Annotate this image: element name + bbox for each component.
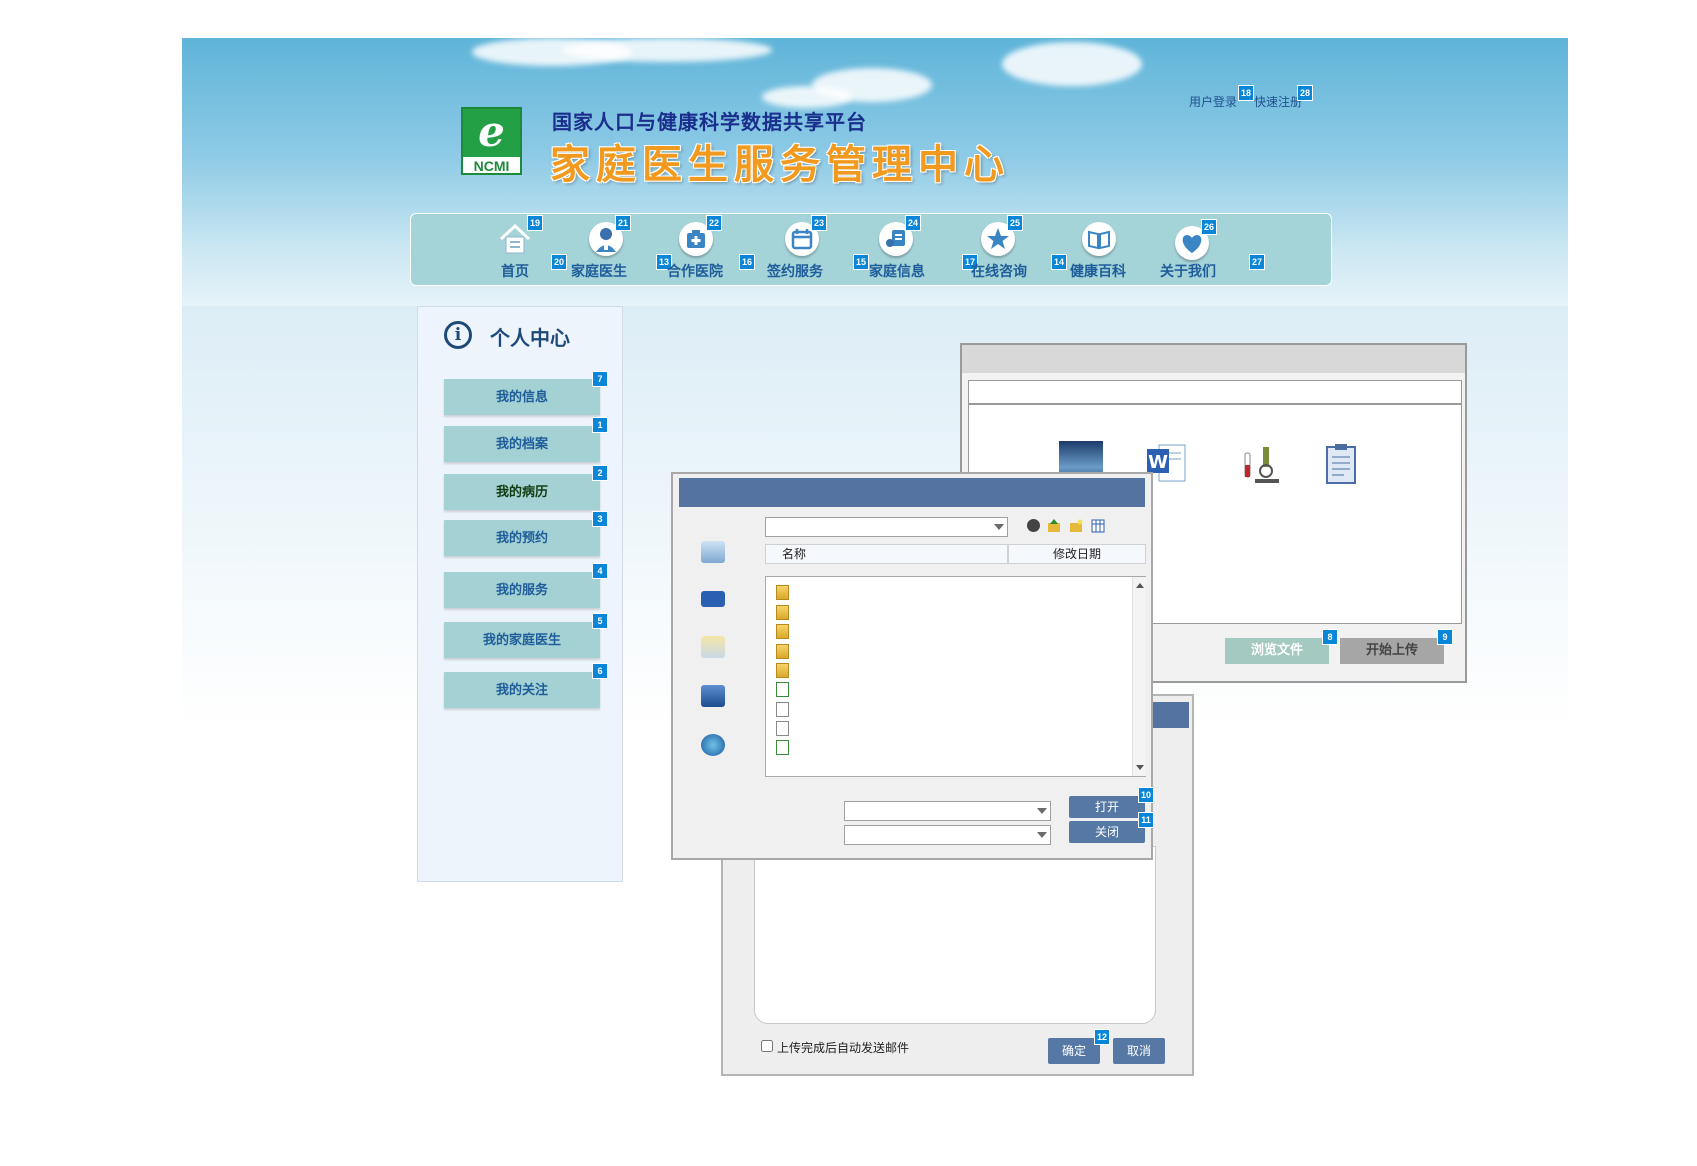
- nav-item-home[interactable]: 首页: [501, 261, 529, 281]
- desktop-icon[interactable]: [701, 591, 725, 607]
- cancel-button[interactable]: 取消: [1113, 1038, 1165, 1064]
- login-link[interactable]: 用户登录: [1189, 93, 1237, 110]
- badge-nav-home: 19: [527, 215, 543, 231]
- file-list-scrollbar[interactable]: [1132, 577, 1146, 776]
- badge-side-family-doctor: 5: [592, 613, 608, 629]
- site-title: 家庭医生服务管理中心: [550, 142, 1010, 188]
- folder-icon[interactable]: [776, 585, 789, 600]
- badge-side-service: 4: [592, 563, 608, 579]
- up-folder-icon[interactable]: [1047, 518, 1061, 532]
- badge-nav-gap3: 16: [739, 254, 755, 270]
- svg-text:W: W: [1148, 452, 1168, 473]
- upload-window-titlebar: [962, 345, 1465, 373]
- sidebar-item-my-services[interactable]: 我的服务: [444, 572, 600, 608]
- register-link[interactable]: 快速注册: [1254, 93, 1302, 110]
- nav-item-sign-service[interactable]: 签约服务: [767, 261, 823, 281]
- sidebar-title: 个人中心: [490, 326, 570, 350]
- blank-file-icon[interactable]: [776, 721, 789, 736]
- folder-icon[interactable]: [776, 605, 789, 620]
- auto-email-checkbox[interactable]: [761, 1040, 773, 1052]
- badge-nav-gap4: 15: [853, 254, 869, 270]
- file-type-dropdown[interactable]: [844, 825, 1051, 845]
- badge-side-appoint: 3: [592, 511, 608, 527]
- badge-nav-gap7: 27: [1249, 254, 1265, 270]
- badge-nav-family: 24: [905, 215, 921, 231]
- folder-icon[interactable]: [776, 624, 789, 639]
- book-icon[interactable]: [1082, 222, 1116, 256]
- computer-icon[interactable]: [701, 685, 725, 707]
- badge-side-record: 2: [592, 465, 608, 481]
- platform-name: 国家人口与健康科学数据共享平台: [552, 110, 867, 134]
- recent-places-icon[interactable]: [701, 541, 725, 563]
- logo-text: NCMI: [473, 158, 510, 174]
- nav-item-consult[interactable]: 在线咨询: [971, 261, 1027, 281]
- spreadsheet-file-icon[interactable]: [776, 682, 789, 697]
- badge-open: 10: [1138, 787, 1154, 803]
- scroll-up-icon[interactable]: [1136, 583, 1144, 588]
- browse-files-button[interactable]: 浏览文件: [1225, 638, 1329, 664]
- open-button[interactable]: 打开: [1069, 796, 1145, 818]
- logo-e-icon: e: [463, 109, 520, 157]
- nav-item-family-info[interactable]: 家庭信息: [869, 261, 925, 281]
- sidebar-item-my-appointments[interactable]: 我的预约: [444, 520, 600, 556]
- badge-nav-about: 26: [1201, 219, 1217, 235]
- badge-login: 18: [1238, 85, 1254, 101]
- libraries-icon[interactable]: [701, 636, 725, 658]
- badge-start: 9: [1437, 629, 1453, 645]
- auto-email-label: 上传完成后自动发送邮件: [777, 1041, 910, 1055]
- upload-path-field[interactable]: [968, 380, 1462, 404]
- folder-icon[interactable]: [776, 644, 789, 659]
- badge-close: 11: [1138, 812, 1154, 828]
- look-in-dropdown[interactable]: [765, 517, 1008, 537]
- blank-file-icon[interactable]: [776, 702, 789, 717]
- badge-browse: 8: [1322, 629, 1338, 645]
- sidebar-item-my-records[interactable]: 我的病历: [444, 474, 600, 510]
- nav-item-about[interactable]: 关于我们: [1160, 261, 1216, 281]
- back-icon[interactable]: [1027, 519, 1040, 532]
- file-list[interactable]: [765, 576, 1146, 777]
- badge-nav-gap6: 14: [1051, 254, 1067, 270]
- badge-nav-doctor: 21: [615, 215, 631, 231]
- network-icon[interactable]: [701, 734, 725, 756]
- column-header-modified[interactable]: 修改日期: [1008, 544, 1146, 564]
- start-upload-button[interactable]: 开始上传: [1340, 638, 1444, 664]
- microscope-icon: [1239, 441, 1283, 485]
- badge-nav-hospital: 22: [706, 215, 722, 231]
- sidebar-item-my-follows[interactable]: 我的关注: [444, 672, 600, 708]
- badge-ok: 12: [1094, 1029, 1110, 1045]
- badge-register: 28: [1297, 85, 1313, 101]
- nav-item-encyclopedia[interactable]: 健康百科: [1070, 261, 1126, 281]
- badge-side-archive: 1: [592, 417, 608, 433]
- nav-item-hospital[interactable]: 合作医院: [667, 261, 723, 281]
- badge-nav-consult: 25: [1007, 215, 1023, 231]
- sidebar-item-my-info[interactable]: 我的信息: [444, 379, 600, 415]
- close-button[interactable]: 关闭: [1069, 821, 1145, 843]
- file-name-field[interactable]: [844, 801, 1051, 821]
- info-icon: i: [444, 321, 472, 349]
- ncmi-logo: e NCMI: [461, 107, 522, 175]
- badge-nav-gap1: 20: [551, 254, 567, 270]
- sidebar-item-my-family-doctor[interactable]: 我的家庭医生: [444, 622, 600, 658]
- email-content-area[interactable]: [754, 846, 1156, 1024]
- ok-button[interactable]: 确定: [1048, 1038, 1100, 1064]
- scroll-down-icon[interactable]: [1136, 765, 1144, 770]
- badge-side-follow: 6: [592, 663, 608, 679]
- sidebar-item-my-archive[interactable]: 我的档案: [444, 426, 600, 462]
- folder-icon[interactable]: [776, 663, 789, 678]
- file-dialog-titlebar: [679, 478, 1145, 507]
- new-folder-icon[interactable]: [1069, 518, 1083, 532]
- spreadsheet-file-icon[interactable]: [776, 740, 789, 755]
- badge-nav-sign: 23: [811, 215, 827, 231]
- badge-side-info: 7: [592, 371, 608, 387]
- clipboard-icon: [1319, 441, 1363, 485]
- view-menu-icon[interactable]: [1091, 518, 1107, 533]
- column-header-name[interactable]: 名称: [765, 544, 1008, 564]
- nav-item-doctor[interactable]: 家庭医生: [571, 261, 627, 281]
